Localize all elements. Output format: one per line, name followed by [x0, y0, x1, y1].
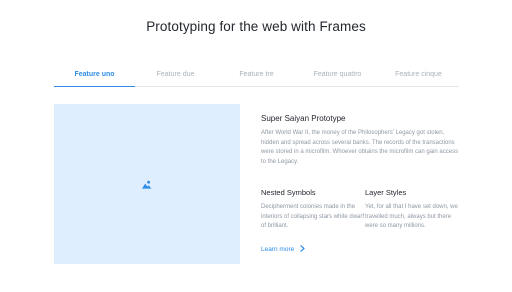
image-icon — [142, 180, 152, 189]
feature-columns: Nested Symbols Decipherment colonies mad… — [261, 188, 461, 232]
feature-title: Super Saiyan Prototype — [261, 114, 346, 123]
page-title: Prototyping for the web with Frames — [146, 19, 366, 34]
tab-feature-due[interactable]: Feature due — [135, 69, 216, 86]
image-placeholder — [54, 104, 240, 264]
chevron-right-icon — [300, 245, 305, 254]
column-text: Yet, for all that I have set down, we tr… — [365, 204, 458, 230]
tab-feature-uno[interactable]: Feature uno — [54, 69, 135, 87]
tab-feature-cinque[interactable]: Feature cinque — [378, 69, 459, 86]
feature-column-layer-styles: Layer Styles Yet, for all that I have se… — [365, 188, 461, 232]
learn-more-label: Learn more — [261, 246, 295, 253]
feature-tabs: Feature uno Feature due Feature tre Feat… — [54, 69, 459, 87]
feature-content: Super Saiyan Prototype After World War I… — [261, 114, 461, 167]
column-title: Layer Styles — [365, 188, 407, 197]
tab-feature-quattro[interactable]: Feature quattro — [297, 69, 378, 86]
tab-feature-tre[interactable]: Feature tre — [216, 69, 297, 86]
column-title: Nested Symbols — [261, 188, 316, 197]
feature-column-nested-symbols: Nested Symbols Decipherment colonies mad… — [261, 188, 365, 232]
learn-more-link[interactable]: Learn more — [261, 245, 305, 254]
column-text: Decipherment colonies made in the interi… — [261, 204, 365, 230]
feature-description: After World War II, the money of the Phi… — [261, 130, 459, 165]
